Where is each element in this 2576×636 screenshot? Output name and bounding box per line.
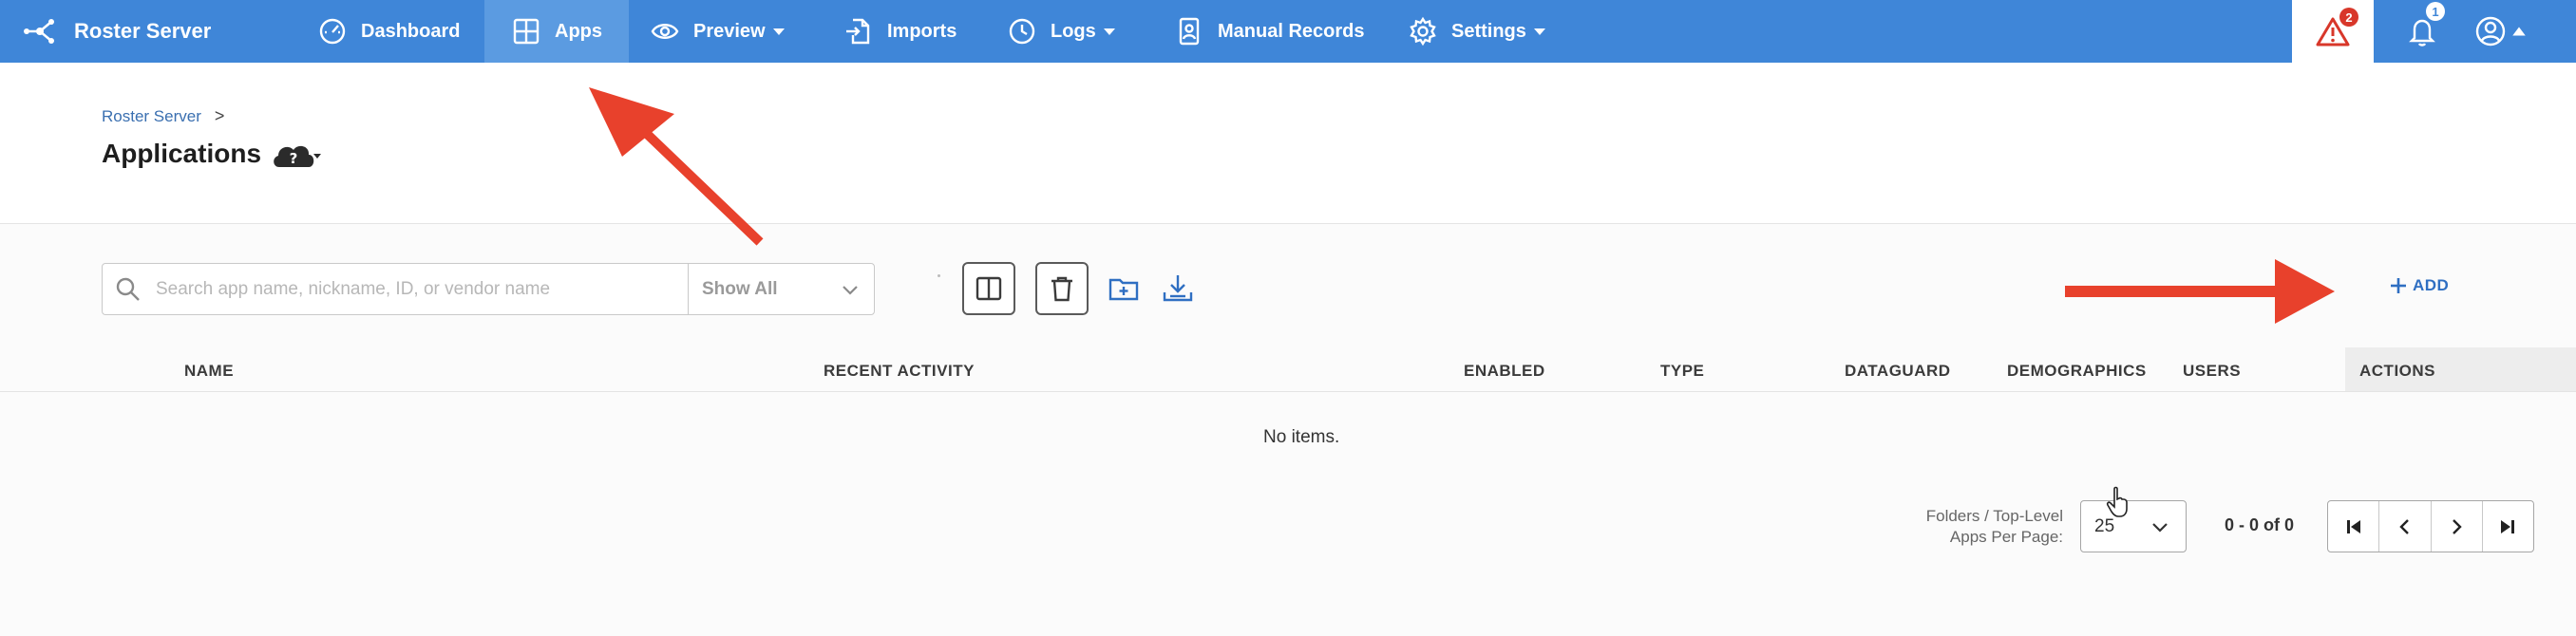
per-page-label-line-2: Apps Per Page:	[1949, 528, 2063, 546]
svg-text:?: ?	[290, 150, 298, 167]
chevron-down-icon	[2152, 522, 2168, 533]
nav-apps[interactable]: Apps	[484, 0, 629, 63]
nav-manual-records-label: Manual Records	[1218, 20, 1365, 42]
app-title: Roster Server	[74, 19, 212, 43]
chevron-right-icon	[2453, 518, 2462, 534]
breadcrumb-roster-server[interactable]: Roster Server	[102, 107, 201, 126]
column-header-users[interactable]: USERS	[2183, 362, 2241, 381]
column-header-recent-activity[interactable]: RECENT ACTIVITY	[824, 362, 975, 381]
per-page-select[interactable]: 25	[2080, 500, 2187, 552]
nav-logs[interactable]: Logs	[1007, 0, 1117, 63]
nav-apps-label: Apps	[555, 20, 602, 42]
notifications-count-badge: 1	[2426, 2, 2445, 21]
pager	[2327, 500, 2534, 552]
per-page-label: Folders / Top-Level Apps Per Page:	[1862, 506, 2063, 548]
page-range-text: 0 - 0 of 0	[2225, 515, 2295, 534]
chevron-down-icon	[843, 285, 858, 295]
nav-preview[interactable]: Preview	[650, 0, 786, 63]
cloud-help-icon[interactable]: ?	[270, 139, 323, 171]
column-header-dataguard[interactable]: DATAGUARD	[1845, 362, 1951, 381]
network-logo-icon	[24, 19, 54, 44]
last-page-icon	[2501, 519, 2515, 533]
chevron-left-icon	[2399, 518, 2409, 534]
nav-dashboard-label: Dashboard	[361, 20, 461, 42]
nav-manual-records[interactable]: Manual Records	[1174, 0, 1364, 63]
clock-icon	[1009, 18, 1035, 45]
empty-state-text: No items.	[1263, 427, 1340, 447]
nav-imports[interactable]: Imports	[843, 0, 957, 63]
search-group: Show All	[102, 263, 875, 315]
nav-settings[interactable]: Settings	[1408, 0, 1547, 63]
previous-page-button[interactable]	[2379, 501, 2432, 552]
user-menu-button[interactable]	[2466, 0, 2536, 63]
file-import-icon	[846, 18, 870, 45]
nav-dashboard[interactable]: Dashboard	[317, 0, 460, 63]
search-icon	[116, 277, 140, 301]
breadcrumb-separator: >	[214, 106, 225, 125]
gear-icon	[1410, 16, 1436, 47]
caret-up-icon	[2512, 27, 2526, 36]
first-page-icon	[2346, 519, 2360, 533]
plus-icon	[2391, 278, 2406, 293]
annotation-arrow-to-apps	[589, 87, 764, 246]
alerts-button[interactable]: 2	[2292, 0, 2374, 63]
caret-down-icon	[772, 28, 785, 35]
next-page-button[interactable]	[2432, 501, 2483, 552]
first-page-button[interactable]	[2328, 501, 2380, 552]
search-input[interactable]	[156, 278, 669, 300]
gauge-icon	[319, 18, 346, 45]
column-header-type[interactable]: TYPE	[1660, 362, 1704, 381]
trash-icon	[1051, 276, 1072, 302]
download-icon[interactable]	[1161, 271, 1195, 306]
caret-down-icon	[1103, 28, 1115, 35]
column-header-enabled[interactable]: ENABLED	[1464, 362, 1545, 381]
column-header-name[interactable]: NAME	[184, 362, 234, 381]
column-header-demographics[interactable]: DEMOGRAPHICS	[2007, 362, 2147, 381]
notifications-button[interactable]: 1	[2384, 0, 2460, 63]
nav-preview-label: Preview	[693, 20, 766, 42]
grid-icon	[513, 18, 540, 45]
add-button[interactable]: ADD	[2388, 275, 2449, 296]
nav-logs-label: Logs	[1051, 20, 1096, 42]
search-box	[103, 264, 689, 314]
brand[interactable]: Roster Server	[23, 0, 211, 63]
alerts-count-badge: 2	[2339, 8, 2358, 27]
add-button-label: ADD	[2413, 276, 2450, 294]
breadcrumb: Roster Server >	[102, 106, 224, 126]
show-filter-value: Show All	[702, 278, 778, 299]
add-folder-icon[interactable]	[1107, 271, 1141, 306]
page-title: Applications	[102, 139, 262, 168]
nav-settings-label: Settings	[1451, 20, 1526, 42]
eye-icon	[651, 24, 679, 39]
separator-dot	[938, 274, 940, 277]
columns-icon	[975, 276, 1002, 301]
caret-down-icon	[1533, 28, 1545, 35]
per-page-label-line-1: Folders / Top-Level	[1925, 507, 2063, 525]
hand-cursor-icon	[2106, 486, 2128, 517]
person-file-icon	[1179, 17, 1200, 46]
show-filter-select[interactable]: Show All	[689, 264, 874, 314]
nav-imports-label: Imports	[887, 20, 957, 42]
columns-button[interactable]	[962, 262, 1015, 315]
user-avatar-icon	[2475, 16, 2506, 47]
table-header-divider	[0, 391, 2576, 392]
delete-button[interactable]	[1035, 262, 1089, 315]
last-page-button[interactable]	[2483, 501, 2533, 552]
column-header-actions: ACTIONS	[2359, 362, 2435, 380]
top-navbar: Roster Server Dashboard Apps Preview Imp…	[0, 0, 2576, 63]
per-page-value: 25	[2094, 515, 2115, 536]
